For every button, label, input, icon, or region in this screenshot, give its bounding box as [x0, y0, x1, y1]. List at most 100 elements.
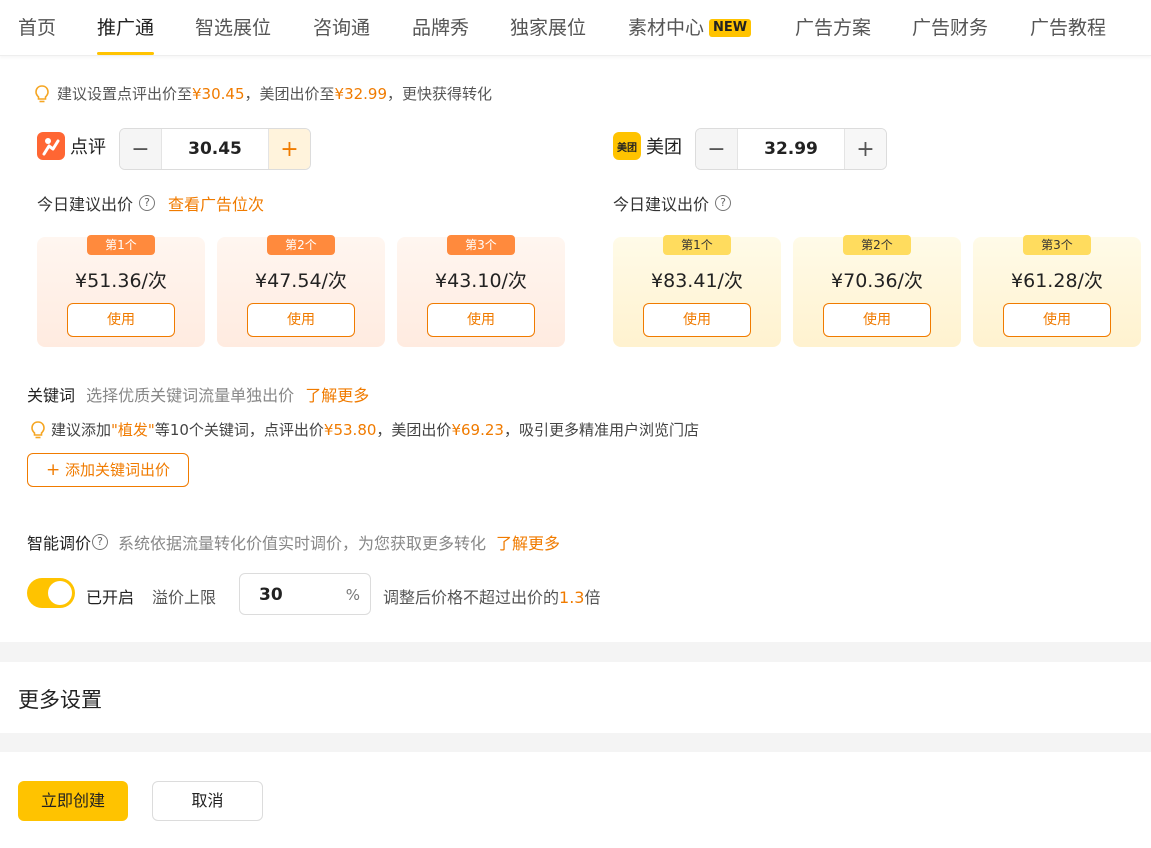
smart-pricing-desc: 系统依据流量转化价值实时调价，为您获取更多转化	[118, 534, 487, 553]
kw-tip-mid1: 等10个关键词，点评出价	[154, 421, 324, 439]
kw-tip-prefix: 建议添加	[51, 421, 112, 439]
dianping-rank-card: 第2个 ¥47.54/次 使用	[217, 235, 385, 347]
meituan-suggest-header: 今日建议出价 ?	[613, 191, 732, 215]
use-price-button[interactable]: 使用	[643, 303, 751, 337]
add-keyword-bid-label: 添加关键词出价	[65, 461, 171, 479]
meituan-decrease-button[interactable]: −	[696, 129, 737, 169]
meituan-rank-card: 第2个 ¥70.36/次 使用	[793, 235, 961, 347]
bid-tip-middle: ，美团出价至	[244, 85, 335, 103]
rank-tag: 第2个	[267, 235, 335, 255]
dianping-suggest-title: 今日建议出价	[37, 195, 134, 214]
nav-tab-ad-plans[interactable]: 广告方案	[795, 13, 871, 55]
dianping-increase-button[interactable]: +	[269, 129, 310, 169]
dianping-logo-icon	[37, 132, 65, 160]
rank-tag: 第1个	[663, 235, 731, 255]
use-price-button[interactable]: 使用	[247, 303, 355, 337]
rank-tag: 第2个	[843, 235, 911, 255]
meituan-rank-card: 第3个 ¥61.28/次 使用	[973, 235, 1141, 347]
rank-price: ¥83.41/次	[651, 270, 743, 292]
dianping-decrease-button[interactable]: −	[120, 129, 161, 169]
nav-tab-exclusive-booth[interactable]: 独家展位	[510, 13, 586, 55]
nav-tab-materials[interactable]: 素材中心 NEW	[628, 13, 752, 55]
more-settings-title[interactable]: 更多设置	[18, 684, 102, 714]
note-prefix: 调整后价格不超过出价的	[383, 588, 560, 607]
keywords-desc: 选择优质关键词流量单独出价	[86, 386, 295, 405]
rank-price: ¥51.36/次	[75, 270, 167, 292]
create-button[interactable]: 立即创建	[18, 781, 128, 821]
meituan-bid-stepper: − 32.99 +	[695, 128, 887, 170]
help-icon[interactable]: ?	[92, 534, 109, 550]
use-price-button[interactable]: 使用	[427, 303, 535, 337]
top-nav: 首页 推广通 智选展位 咨询通 品牌秀 独家展位 素材中心 NEW 广告方案 广告…	[0, 0, 1151, 56]
section-divider	[0, 642, 1151, 662]
meituan-bid-input[interactable]: 32.99	[737, 129, 845, 169]
keywords-header: 关键词 选择优质关键词流量单独出价 了解更多	[27, 382, 369, 406]
note-suffix: 倍	[584, 588, 601, 607]
new-badge: NEW	[709, 19, 752, 37]
meituan-name: 美团	[646, 137, 682, 158]
meituan-suggest-title: 今日建议出价	[613, 195, 710, 214]
nav-tab-consult[interactable]: 咨询通	[313, 13, 370, 55]
dianping-bid-stepper: − 30.45 +	[119, 128, 311, 170]
rank-price: ¥61.28/次	[1011, 270, 1103, 292]
help-icon[interactable]: ?	[139, 195, 156, 211]
note-value: 1.3	[559, 588, 585, 607]
keywords-label: 关键词	[27, 386, 76, 405]
kw-tip-mt-price: ¥69.23	[451, 420, 504, 439]
rank-tag: 第1个	[87, 235, 155, 255]
premium-cap-label: 溢价上限	[152, 588, 217, 607]
nav-tab-brand-show[interactable]: 品牌秀	[412, 13, 469, 55]
rank-price: ¥70.36/次	[831, 270, 923, 292]
nav-tab-ad-finance[interactable]: 广告财务	[912, 13, 988, 55]
kw-tip-dp-price: ¥53.80	[323, 420, 377, 439]
help-icon[interactable]: ?	[715, 195, 732, 211]
dianping-rank-card: 第3个 ¥43.10/次 使用	[397, 235, 565, 347]
bid-tip-dp-price: ¥30.45	[192, 84, 245, 103]
section-divider	[0, 733, 1151, 752]
dianping-bid-input[interactable]: 30.45	[161, 129, 269, 169]
meituan-rank-card: 第1个 ¥83.41/次 使用	[613, 235, 781, 347]
smart-pricing-label: 智能调价	[27, 534, 92, 553]
lightbulb-icon	[35, 84, 49, 102]
dianping-platform: 点评	[37, 132, 106, 160]
smart-pricing-header: 智能调价 ? 系统依据流量转化价值实时调价，为您获取更多转化 了解更多	[27, 530, 560, 554]
use-price-button[interactable]: 使用	[1003, 303, 1111, 337]
use-price-button[interactable]: 使用	[67, 303, 175, 337]
dianping-rank-card: 第1个 ¥51.36/次 使用	[37, 235, 205, 347]
nav-tab-promotion[interactable]: 推广通	[97, 13, 155, 55]
cancel-button[interactable]: 取消	[152, 781, 263, 821]
dianping-suggest-header: 今日建议出价 ? 查看广告位次	[37, 191, 264, 215]
toggle-status-label: 已开启	[86, 588, 135, 607]
keywords-learn-more-link[interactable]: 了解更多	[305, 386, 369, 405]
bid-tip-prefix: 建议设置点评出价至	[57, 85, 193, 103]
smart-pricing-toggle[interactable]	[27, 578, 75, 608]
nav-tab-ad-tutorial[interactable]: 广告教程	[1030, 13, 1106, 55]
toggle-knob	[48, 581, 72, 605]
smart-pricing-learn-more-link[interactable]: 了解更多	[496, 530, 560, 554]
meituan-increase-button[interactable]: +	[845, 129, 886, 169]
bid-suggestion-tip: 建议设置点评出价至 ¥30.45 ，美团出价至 ¥32.99 ，更快获得转化	[33, 83, 492, 104]
lightbulb-icon	[31, 420, 45, 438]
meituan-logo-icon: 美团	[613, 132, 641, 160]
bid-tip-mt-price: ¥32.99	[334, 84, 388, 103]
premium-cap-unit: %	[345, 586, 360, 604]
premium-cap-note: 调整后价格不超过出价的1.3倍	[383, 584, 600, 608]
premium-cap-input[interactable]: 30 %	[239, 573, 371, 615]
nav-tab-smart-booth[interactable]: 智选展位	[195, 13, 271, 55]
nav-tab-home[interactable]: 首页	[18, 13, 56, 55]
rank-price: ¥43.10/次	[435, 270, 527, 292]
meituan-logo-text: 美团	[617, 142, 637, 154]
bid-tip-suffix: ，更快获得转化	[387, 85, 493, 103]
rank-price: ¥47.54/次	[255, 270, 347, 292]
dianping-name: 点评	[70, 137, 106, 158]
rank-tag: 第3个	[447, 235, 515, 255]
premium-cap-value: 30	[259, 585, 283, 605]
rank-tag: 第3个	[1023, 235, 1091, 255]
add-keyword-bid-button[interactable]: + 添加关键词出价	[27, 453, 189, 487]
kw-tip-suffix: ，吸引更多精准用户浏览门店	[503, 421, 699, 439]
use-price-button[interactable]: 使用	[823, 303, 931, 337]
view-ad-rank-link[interactable]: 查看广告位次	[168, 191, 264, 215]
keyword-suggestion-tip: 建议添加 "植发" 等10个关键词，点评出价 ¥53.80 ，美团出价 ¥69.23 ，吸引…	[29, 419, 699, 440]
meituan-platform: 美团 美团	[613, 132, 682, 160]
nav-tab-materials-label: 素材中心	[628, 17, 705, 39]
